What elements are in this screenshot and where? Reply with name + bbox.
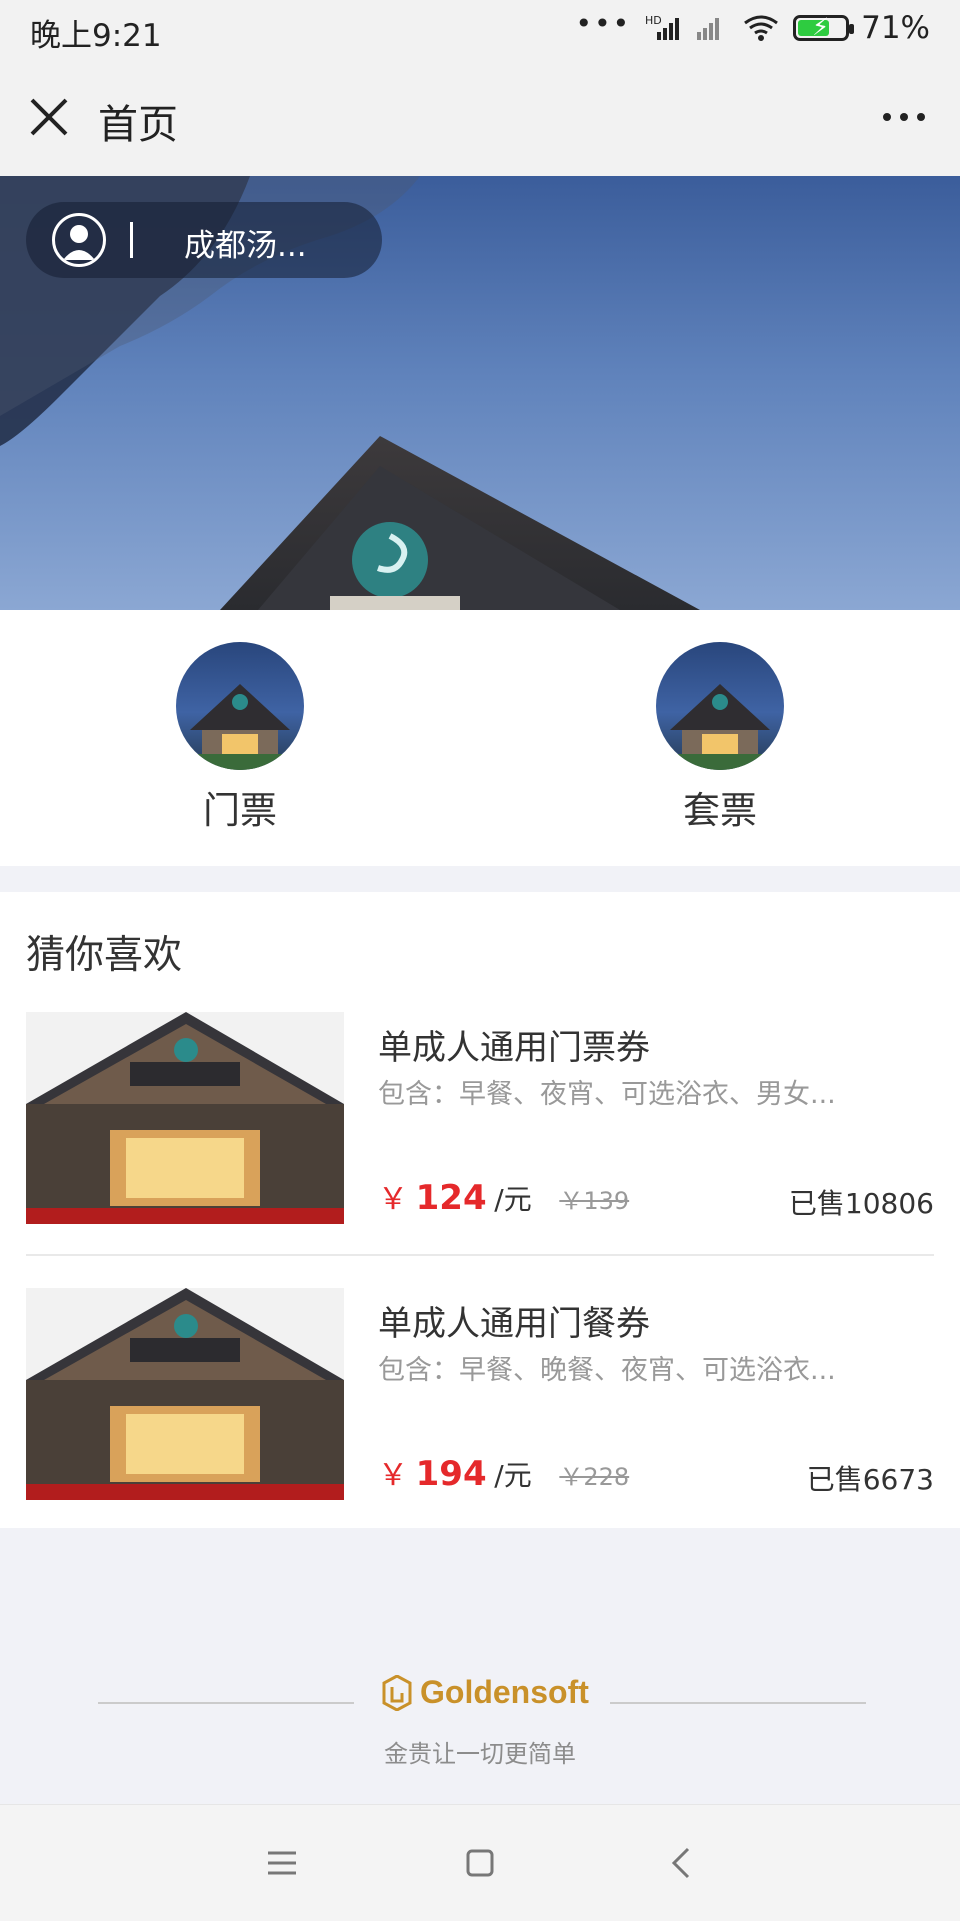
category-package[interactable]: 套票 bbox=[630, 642, 810, 834]
product-card[interactable]: 单成人通用门票券 包含：早餐、夜宵、可选浴衣、男女... ￥ 124 /元 ￥1… bbox=[0, 1012, 960, 1250]
product-title[interactable]: 单成人通用门票券 bbox=[378, 1020, 650, 1069]
category-package-label: 套票 bbox=[683, 789, 757, 832]
category-ticket-image bbox=[176, 642, 304, 770]
page-title: 首页 bbox=[98, 102, 178, 148]
status-icons: ••• HD ⚡ 71% bbox=[575, 6, 930, 47]
pill-divider bbox=[130, 222, 133, 258]
product-image bbox=[26, 1012, 344, 1224]
battery-percent: 71% bbox=[861, 10, 930, 46]
footer: Goldensoft 金贵让一切更简单 bbox=[0, 1650, 960, 1770]
avatar-icon[interactable] bbox=[52, 213, 106, 267]
product-image bbox=[26, 1288, 344, 1500]
sold-count: 已售6673 bbox=[806, 1463, 934, 1496]
product-desc: 包含：早餐、夜宵、可选浴衣、男女... bbox=[378, 1079, 836, 1110]
category-ticket[interactable]: 门票 bbox=[150, 642, 330, 834]
wifi-icon bbox=[744, 15, 778, 41]
price-value: 124 bbox=[415, 1178, 487, 1218]
price-line: ￥ 124 /元 ￥139 bbox=[378, 1174, 629, 1218]
system-nav-bar bbox=[0, 1804, 960, 1921]
back-icon[interactable] bbox=[660, 1841, 704, 1885]
old-price: ￥139 bbox=[559, 1187, 630, 1215]
old-price: ￥228 bbox=[559, 1463, 630, 1491]
price-unit: /元 bbox=[494, 1183, 532, 1216]
price-unit: /元 bbox=[494, 1459, 532, 1492]
product-divider bbox=[26, 1254, 934, 1256]
close-icon[interactable] bbox=[26, 94, 72, 140]
brand-slogan: 金贵让一切更简单 bbox=[384, 1740, 576, 1768]
battery-icon: ⚡ bbox=[793, 13, 855, 41]
menu-icon[interactable] bbox=[260, 1841, 304, 1885]
product-card[interactable]: 单成人通用门餐券 包含：早餐、晚餐、夜宵、可选浴衣... ￥ 194 /元 ￥2… bbox=[0, 1288, 960, 1526]
product-desc: 包含：早餐、晚餐、夜宵、可选浴衣... bbox=[378, 1355, 836, 1386]
location-pill[interactable]: 成都汤... bbox=[26, 202, 382, 278]
price-line: ￥ 194 /元 ￥228 bbox=[378, 1450, 629, 1494]
price-symbol: ￥ bbox=[378, 1458, 408, 1493]
signal-icon bbox=[697, 18, 720, 40]
section-title: 猜你喜欢 bbox=[26, 933, 183, 978]
price-value: 194 bbox=[415, 1454, 487, 1494]
brand-logo: Goldensoft bbox=[382, 1674, 589, 1711]
category-package-image bbox=[656, 642, 784, 770]
recommend-section: 猜你喜欢 单成人通用门票券 包含：早餐、夜宵、可选浴衣、男女... ￥ 124 … bbox=[0, 892, 960, 1528]
home-icon[interactable] bbox=[458, 1841, 502, 1885]
footer-line-left bbox=[98, 1702, 354, 1704]
hero-banner[interactable]: 成都汤... bbox=[0, 176, 960, 610]
signal-hd-icon: HD bbox=[645, 14, 680, 40]
nav-bar: 首页 bbox=[0, 62, 960, 177]
brand-text: Goldensoft bbox=[420, 1674, 589, 1710]
footer-line-right bbox=[610, 1702, 866, 1704]
product-title[interactable]: 单成人通用门餐券 bbox=[378, 1296, 650, 1345]
sold-count: 已售10806 bbox=[788, 1187, 934, 1220]
more-status-icon: ••• bbox=[575, 6, 632, 40]
category-ticket-label: 门票 bbox=[203, 789, 277, 832]
brand-mark-icon bbox=[382, 1674, 412, 1711]
status-time: 晚上9:21 bbox=[30, 18, 162, 54]
price-symbol: ￥ bbox=[378, 1182, 408, 1217]
category-panel: 门票 套票 bbox=[0, 610, 960, 866]
status-bar: 晚上9:21 ••• HD ⚡ 71% bbox=[0, 0, 960, 62]
location-text[interactable]: 成都汤... bbox=[184, 220, 307, 265]
more-icon[interactable] bbox=[874, 92, 934, 142]
svg-text:HD: HD bbox=[645, 14, 662, 27]
